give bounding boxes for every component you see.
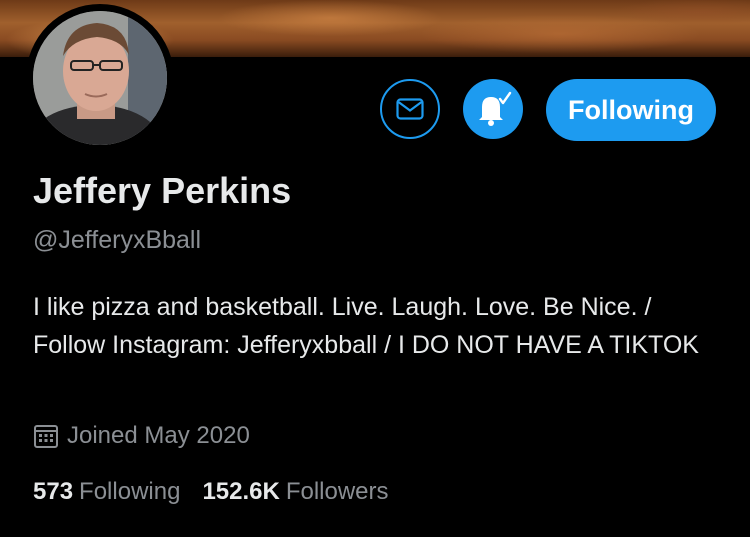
following-stat[interactable]: 573 Following <box>33 478 180 506</box>
bell-check-icon <box>479 91 512 126</box>
follow-stats: 573 Following 152.6K Followers <box>33 478 411 506</box>
calendar-icon <box>34 425 58 448</box>
joined-date: Joined May 2020 <box>33 422 250 450</box>
profile-bio: I like pizza and basketball. Live. Laugh… <box>33 293 699 359</box>
envelope-icon <box>396 98 424 120</box>
notifications-button[interactable] <box>463 79 523 139</box>
following-button[interactable]: Following <box>546 79 716 141</box>
followers-stat[interactable]: 152.6K Followers <box>202 478 388 506</box>
avatar[interactable] <box>33 11 167 145</box>
display-name: Jeffery Perkins <box>33 170 292 211</box>
followers-count: 152.6K <box>202 478 280 505</box>
message-button[interactable] <box>380 79 440 139</box>
joined-text: Joined May 2020 <box>67 422 250 449</box>
username-handle: @JefferyxBball <box>33 226 202 254</box>
avatar-photo <box>33 11 167 145</box>
following-label: Following <box>79 478 181 505</box>
followers-label: Followers <box>285 478 389 505</box>
following-count: 573 <box>33 478 74 505</box>
